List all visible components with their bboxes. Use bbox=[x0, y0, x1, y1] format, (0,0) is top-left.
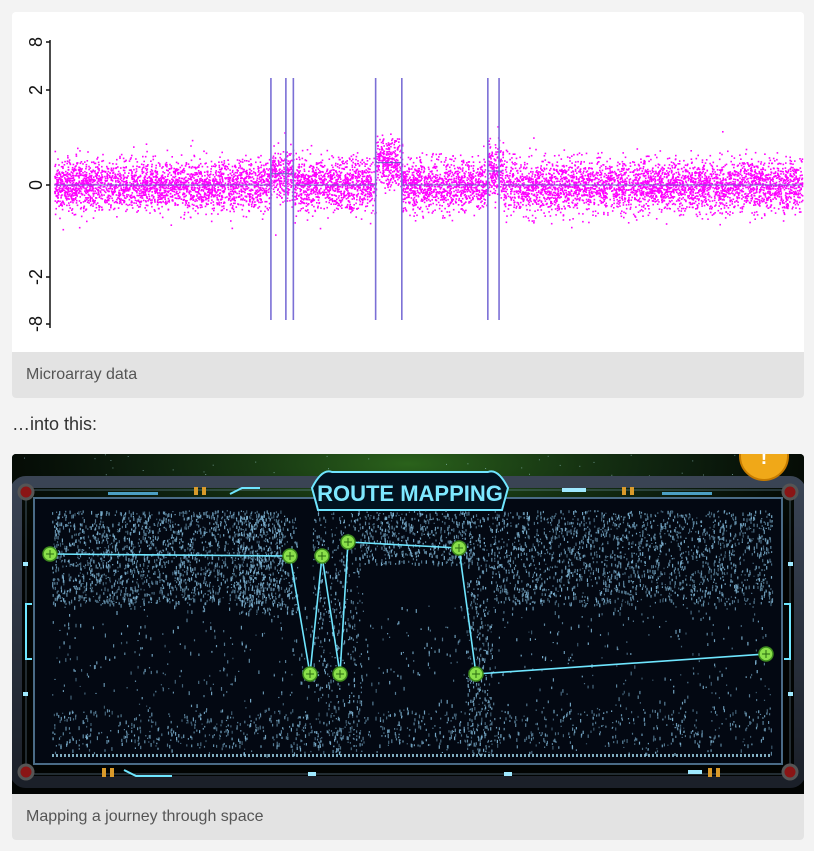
y-tick-label: 0 bbox=[26, 180, 46, 190]
route-node-icon[interactable] bbox=[302, 666, 318, 682]
game-title: ROUTE MAPPING bbox=[317, 481, 503, 506]
data-points bbox=[54, 126, 804, 236]
y-tick-label: -8 bbox=[26, 316, 46, 332]
route-node-icon[interactable] bbox=[340, 534, 356, 550]
route-node-icon[interactable] bbox=[758, 646, 774, 662]
title-plate: ROUTE MAPPING bbox=[310, 470, 510, 511]
y-tick-label: -2 bbox=[26, 269, 46, 285]
y-axis-ticks: 8 2 0 -2 -8 bbox=[26, 37, 50, 332]
y-tick-label: 2 bbox=[26, 85, 46, 95]
microarray-figure-card: 8 2 0 -2 -8 Microarray data bbox=[12, 12, 804, 398]
route-mapping-game-screen: ! ROUTE MAPPING bbox=[12, 454, 804, 794]
figure-caption: Mapping a journey through space bbox=[12, 794, 804, 840]
microarray-scatter-plot: 8 2 0 -2 -8 bbox=[26, 37, 804, 332]
y-tick-label: 8 bbox=[26, 37, 46, 47]
figure-caption: Microarray data bbox=[12, 352, 804, 398]
route-node-icon[interactable] bbox=[451, 540, 467, 556]
route-node-icon[interactable] bbox=[332, 666, 348, 682]
route-node-icon[interactable] bbox=[42, 546, 58, 562]
transition-text: …into this: bbox=[12, 414, 98, 434]
game-screenshot-area: ! ROUTE MAPPING bbox=[12, 454, 804, 794]
route-mapping-figure-card: ! ROUTE MAPPING Mapping a journey throug… bbox=[12, 454, 804, 840]
microarray-plot-area: 8 2 0 -2 -8 bbox=[12, 12, 804, 352]
route-node-icon[interactable] bbox=[468, 666, 484, 682]
route-node-icon[interactable] bbox=[314, 548, 330, 564]
route-node-icon[interactable] bbox=[282, 548, 298, 564]
